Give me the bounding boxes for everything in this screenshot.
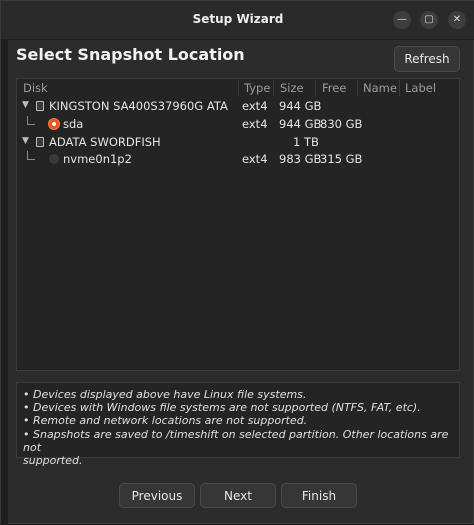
previous-button[interactable]: Previous (119, 483, 195, 508)
note-line: • Remote and network locations are not s… (23, 414, 308, 428)
note-line: supported. (23, 454, 83, 468)
partition-free: 315 GB (320, 152, 363, 166)
minimize-icon: — (397, 14, 407, 25)
maximize-icon: ▢ (424, 14, 434, 25)
column-label[interactable]: Label (405, 81, 436, 95)
next-button[interactable]: Next (200, 483, 276, 508)
column-disk[interactable]: Disk (23, 81, 48, 95)
tree-row-disk-kingston[interactable]: ▼ KINGSTON SA400S37960G ATA ext4 944 GB (17, 98, 459, 115)
page-title: Select Snapshot Location (16, 45, 245, 64)
tree-row-partition-sda[interactable]: sda ext4 944 GB 830 GB (17, 116, 459, 133)
column-type[interactable]: Type (244, 81, 270, 95)
drive-icon (36, 101, 44, 111)
radio-unselected-icon[interactable] (49, 154, 59, 164)
close-icon: ✕ (452, 14, 462, 25)
notes-panel: • Devices displayed above have Linux fil… (16, 382, 460, 467)
setup-wizard-window: Setup Wizard — ▢ ✕ Select Snapshot Locat… (0, 0, 474, 525)
tree-row-partition-nvme[interactable]: nvme0n1p2 ext4 983 GB 315 GB (17, 151, 459, 168)
disk-name: ADATA SWORDFISH (49, 135, 161, 149)
disk-size: 1 TB (293, 135, 319, 149)
tree-branch-line (27, 151, 35, 160)
refresh-button[interactable]: Refresh (394, 46, 460, 72)
partition-size: 944 GB (279, 117, 322, 131)
tree-branch-line (27, 116, 35, 125)
note-line: • Snapshots are saved to /timeshift on s… (23, 427, 449, 454)
finish-button[interactable]: Finish (281, 483, 357, 508)
tree-header: Disk Type Size Free Name Label (17, 79, 459, 97)
chevron-down-icon[interactable]: ▼ (22, 136, 29, 146)
background-strip (1, 39, 8, 525)
partition-type: ext4 (242, 117, 268, 131)
disk-name: KINGSTON SA400S37960G ATA (49, 99, 228, 113)
partition-type: ext4 (242, 152, 268, 166)
tree-row-disk-adata[interactable]: ▼ ADATA SWORDFISH 1 TB (17, 134, 459, 151)
chevron-down-icon[interactable]: ▼ (22, 100, 29, 110)
partition-size: 983 GB (279, 152, 322, 166)
maximize-button[interactable]: ▢ (420, 11, 438, 29)
note-line: • Devices displayed above have Linux fil… (23, 388, 307, 401)
disk-tree[interactable]: Disk Type Size Free Name Label ▼ KINGSTO… (16, 78, 460, 371)
close-button[interactable]: ✕ (448, 11, 466, 29)
column-size[interactable]: Size (280, 81, 304, 95)
partition-name: sda (63, 117, 84, 131)
column-free[interactable]: Free (322, 81, 346, 95)
partition-free: 830 GB (320, 117, 363, 131)
note-line: • Devices with Windows file systems are … (23, 401, 421, 415)
drive-icon (36, 137, 44, 147)
radio-selected-icon[interactable] (48, 118, 60, 130)
disk-size: 944 GB (279, 99, 322, 113)
minimize-button[interactable]: — (393, 11, 411, 29)
partition-name: nvme0n1p2 (63, 152, 132, 166)
column-name[interactable]: Name (363, 81, 397, 95)
title-bar: Setup Wizard — ▢ ✕ (1, 1, 474, 40)
disk-type: ext4 (242, 99, 268, 113)
